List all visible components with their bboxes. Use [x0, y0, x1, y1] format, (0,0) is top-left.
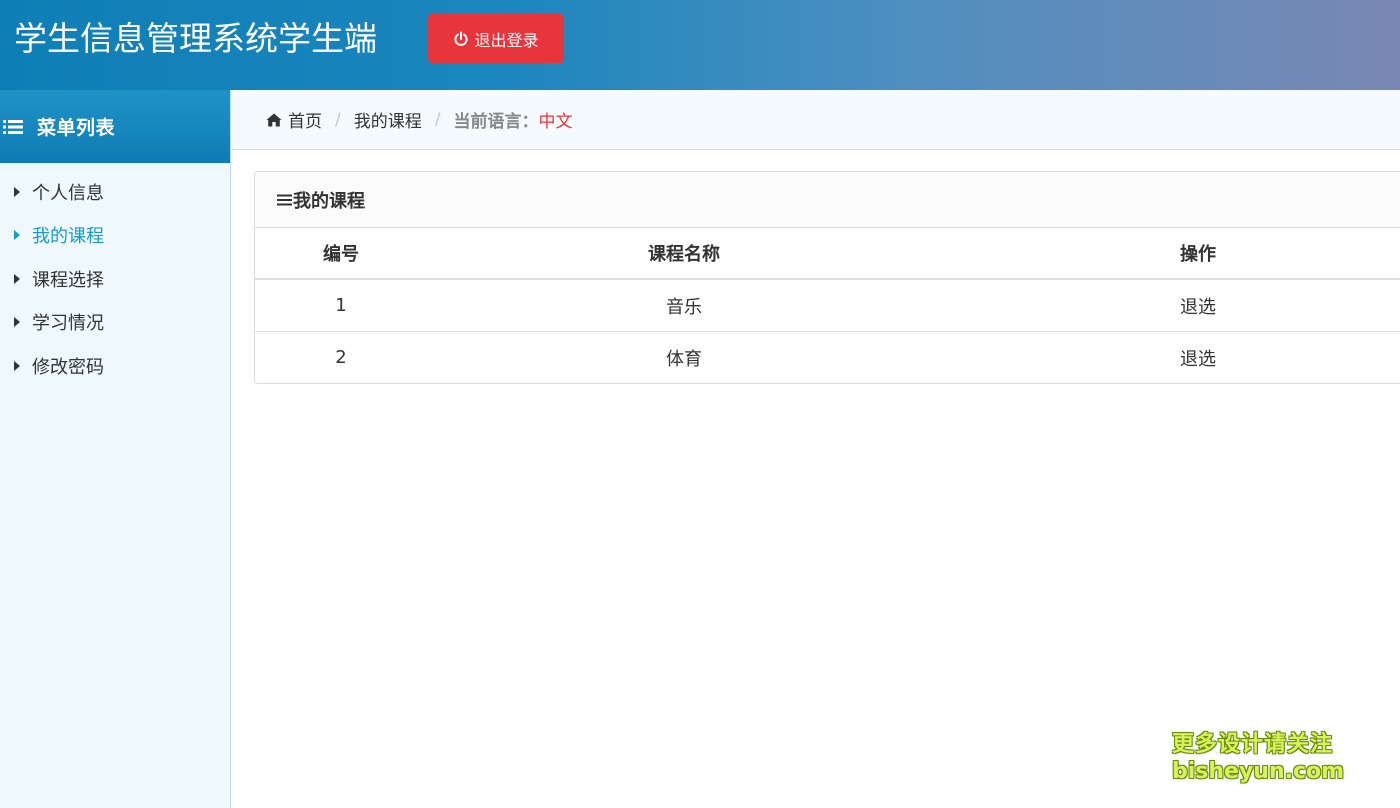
breadcrumb-separator: /: [335, 109, 341, 130]
sidebar-item-personal-info[interactable]: 个人信息: [0, 170, 230, 214]
app-title: 学生信息管理系统学生端: [14, 19, 377, 58]
breadcrumb: 首页 / 我的课程 / 当前语言： 中文: [231, 90, 1400, 150]
panel-header: 我的课程: [255, 172, 1400, 228]
top-header: 学生信息管理系统学生端 退出登录: [0, 0, 1400, 90]
logout-label: 退出登录: [474, 30, 539, 50]
power-icon: [453, 31, 469, 47]
sidebar-item-my-courses[interactable]: 我的课程: [0, 214, 230, 258]
breadcrumb-separator: /: [434, 109, 441, 130]
sidebar-item-study-status[interactable]: 学习情况: [0, 301, 230, 345]
cell-id: 1: [255, 279, 427, 332]
breadcrumb-language-label: 当前语言：: [453, 112, 539, 132]
caret-right-icon: [14, 317, 20, 328]
column-header-course-name: 课程名称: [427, 228, 941, 280]
logout-button[interactable]: 退出登录: [428, 14, 564, 63]
table-row: 1 音乐 退选: [255, 279, 1400, 332]
caret-right-icon: [14, 273, 20, 284]
breadcrumb-language-value: 中文: [538, 112, 573, 132]
column-header-id: 编号: [255, 228, 427, 280]
sidebar: 菜单列表 个人信息 我的课程 课程选择 学习情况 修改密码: [0, 90, 231, 808]
drop-course-link[interactable]: 退选: [1180, 349, 1216, 370]
cell-id: 2: [335, 347, 347, 368]
column-header-action: 操作: [941, 228, 1400, 280]
caret-right-icon: [14, 360, 20, 371]
caret-right-icon: [14, 186, 20, 197]
sidebar-item-label: 我的课程: [32, 226, 104, 248]
panel-title: 我的课程: [293, 190, 365, 212]
sidebar-item-label: 个人信息: [32, 182, 104, 204]
list-icon: [3, 119, 23, 135]
breadcrumb-my-courses[interactable]: 我的课程: [354, 107, 422, 132]
watermark-line-1: 更多设计请关注: [1172, 732, 1334, 757]
menu-icon: [277, 194, 292, 206]
watermark: 更多设计请关注 bisheyun.com: [1172, 731, 1345, 785]
sidebar-title: 菜单列表: [37, 117, 116, 139]
sidebar-menu: 个人信息 我的课程 课程选择 学习情况 修改密码: [0, 170, 230, 388]
table-header-row: 编号 课程名称 操作: [255, 228, 1400, 280]
cell-course-name: 体育: [666, 348, 702, 370]
sidebar-item-change-password[interactable]: 修改密码: [0, 344, 230, 388]
sidebar-item-label: 学习情况: [32, 313, 104, 335]
watermark-line-2: bisheyun.com: [1172, 759, 1345, 784]
table-row: 2 体育 退选: [255, 332, 1400, 384]
cell-action: 退选: [941, 279, 1400, 332]
cell-action: 退选: [941, 332, 1400, 384]
cell-course-name: 音乐: [427, 279, 941, 332]
sidebar-item-course-selection[interactable]: 课程选择: [0, 257, 230, 301]
caret-right-icon: [14, 230, 20, 241]
my-courses-panel: 我的课程 编号 课程名称 操作 1 音乐 退选 2 体育 退选: [254, 171, 1400, 384]
sidebar-header: 菜单列表: [0, 90, 230, 163]
courses-table: 编号 课程名称 操作 1 音乐 退选 2 体育 退选: [255, 228, 1400, 383]
sidebar-item-label: 课程选择: [32, 269, 104, 291]
drop-course-link[interactable]: 退选: [1180, 297, 1216, 318]
home-icon: [266, 113, 282, 127]
breadcrumb-home-link[interactable]: 首页: [288, 107, 322, 132]
sidebar-item-label: 修改密码: [32, 356, 104, 378]
